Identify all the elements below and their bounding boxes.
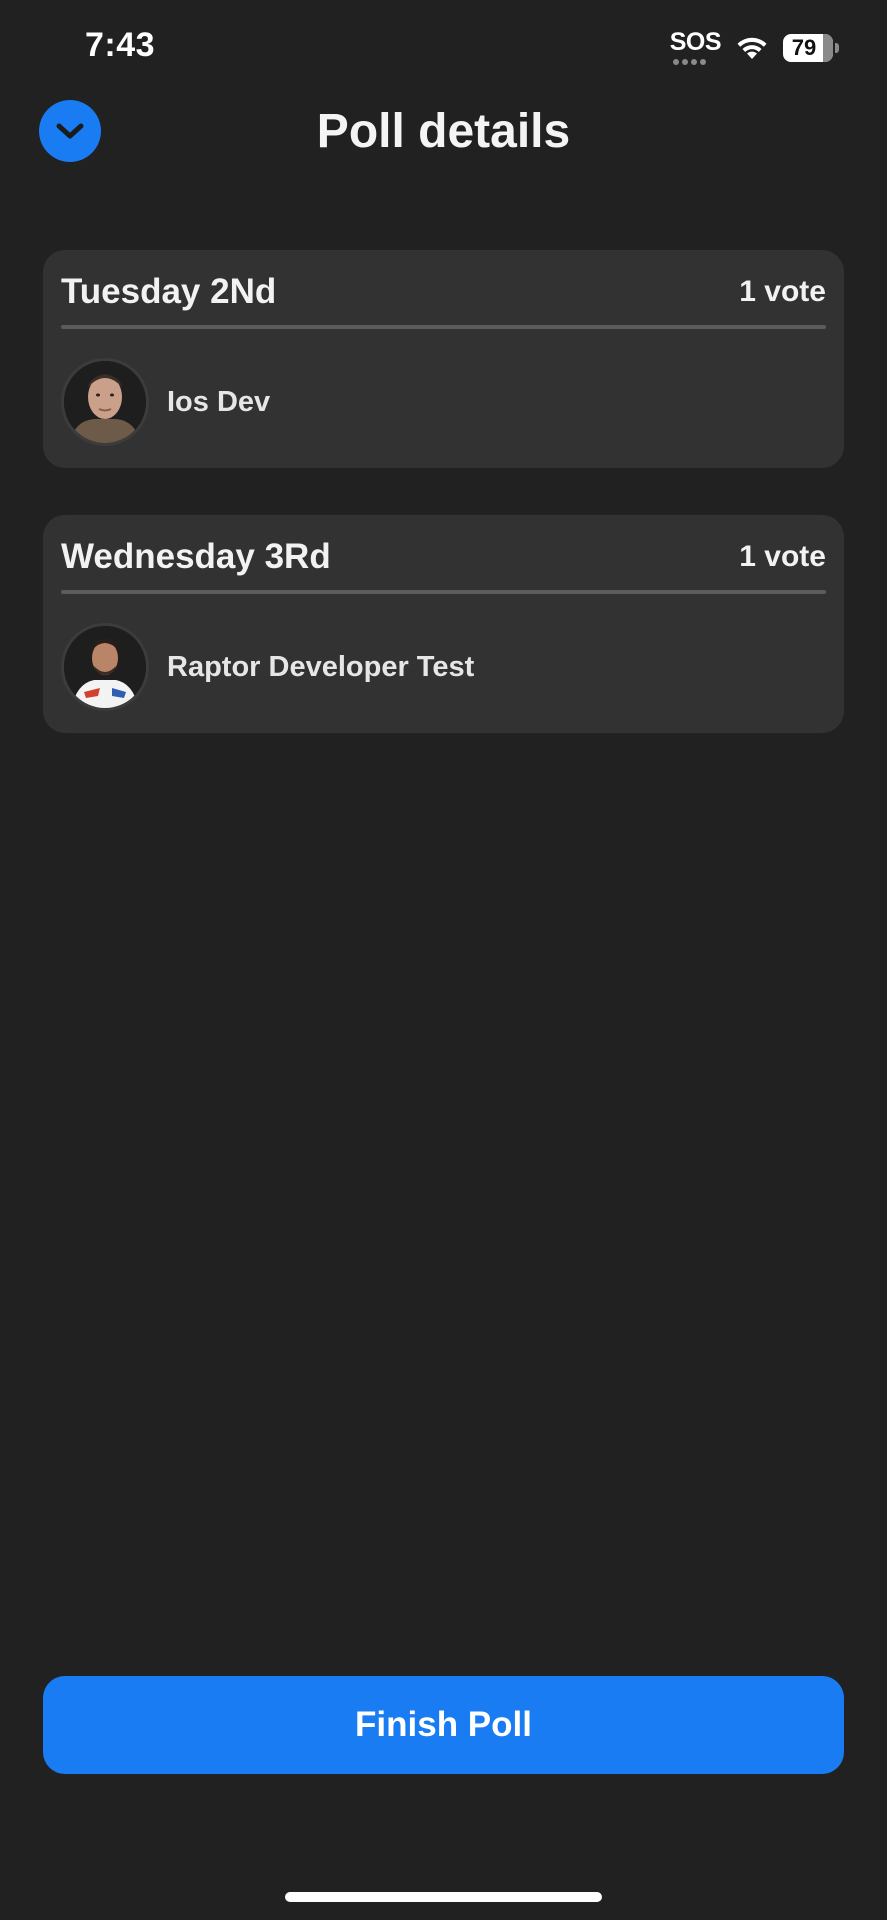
divider: [61, 590, 826, 594]
voter-name: Ios Dev: [167, 385, 271, 418]
avatar: [61, 358, 149, 446]
poll-option-card: Wednesday 3Rd 1 vote Raptor Developer Te…: [43, 515, 844, 733]
finish-poll-button[interactable]: Finish Poll: [43, 1676, 844, 1774]
dismiss-button[interactable]: [39, 100, 101, 162]
avatar-photo: [64, 626, 146, 708]
wifi-icon: [737, 37, 767, 59]
poll-option-title: Wednesday 3Rd: [61, 537, 331, 576]
avatar-photo: [64, 361, 146, 443]
status-time: 7:43: [85, 26, 156, 64]
divider: [61, 325, 826, 329]
status-bar: 7:43 SOS 79: [0, 0, 887, 96]
poll-option-header: Tuesday 2Nd 1 vote: [61, 268, 826, 316]
avatar: [61, 623, 149, 711]
page-title: Poll details: [316, 105, 571, 158]
vote-count: 1 vote: [739, 540, 826, 573]
battery-cap: [835, 42, 839, 53]
home-indicator[interactable]: [285, 1892, 602, 1902]
poll-option-header: Wednesday 3Rd 1 vote: [61, 533, 826, 581]
vote-count: 1 vote: [739, 275, 826, 308]
poll-option-card: Tuesday 2Nd 1 vote Ios Dev: [43, 250, 844, 468]
sos-label: SOS: [669, 28, 722, 56]
chevron-down-icon: [56, 123, 84, 139]
status-icons: SOS 79: [670, 30, 839, 65]
cellular-signal-icon: [672, 59, 706, 65]
sos-indicator: SOS: [669, 28, 722, 65]
poll-option-title: Tuesday 2Nd: [61, 272, 277, 311]
voter-row[interactable]: Ios Dev: [61, 356, 270, 448]
header: Poll details: [0, 96, 887, 166]
battery-icon: 79: [783, 33, 833, 62]
voter-name: Raptor Developer Test: [167, 650, 475, 683]
battery-level: 79: [791, 34, 817, 60]
voter-row[interactable]: Raptor Developer Test: [61, 621, 474, 713]
